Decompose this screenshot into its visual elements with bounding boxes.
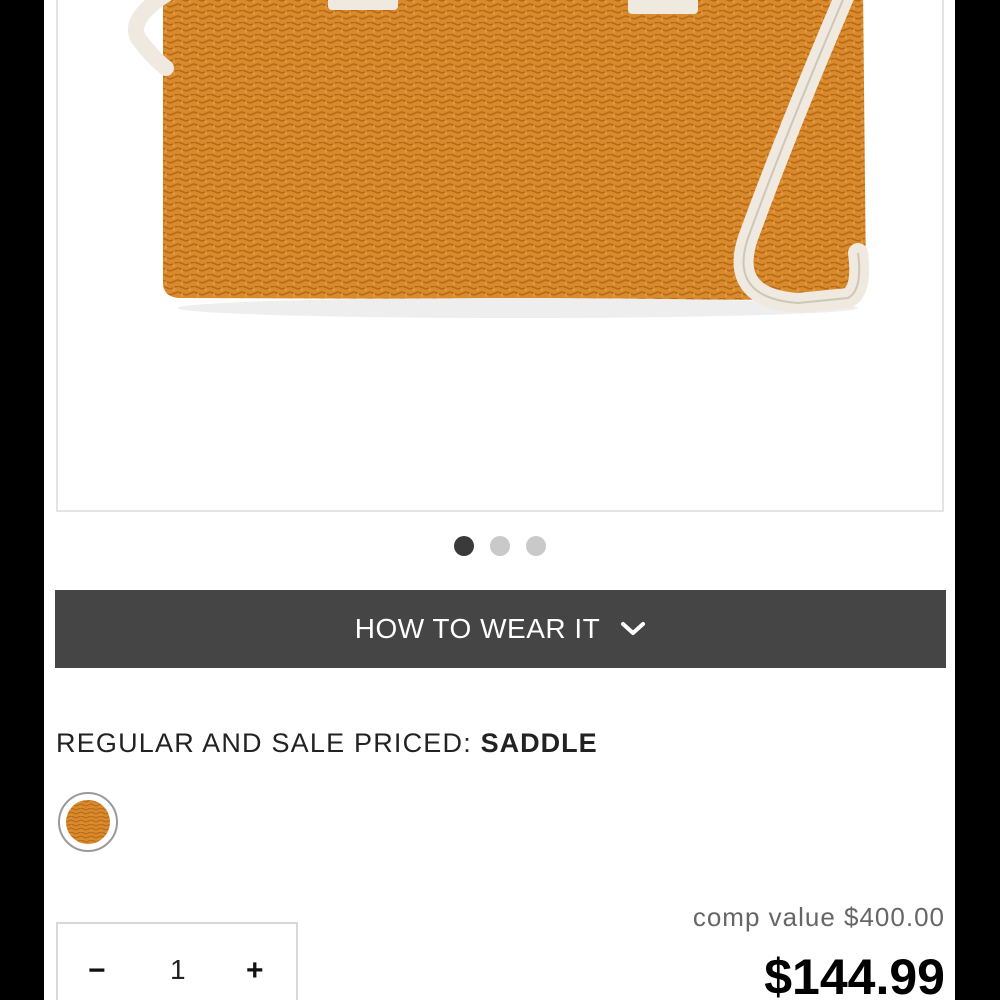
- quantity-stepper: − 1 +: [56, 922, 298, 1000]
- handbag-image: [128, 0, 870, 318]
- carousel-dot-1[interactable]: [453, 536, 474, 556]
- decrease-quantity-button[interactable]: −: [88, 954, 106, 988]
- product-page: HOW TO WEAR IT REGULAR AND SALE PRICED: …: [44, 0, 955, 1000]
- carousel-dots: [44, 536, 955, 556]
- how-to-wear-toggle[interactable]: HOW TO WEAR IT: [55, 590, 946, 668]
- swatch-texture: [66, 800, 110, 844]
- increase-quantity-button[interactable]: +: [246, 954, 264, 988]
- sale-price: $144.99: [764, 949, 945, 1000]
- pricing-label-prefix: REGULAR AND SALE PRICED:: [56, 728, 472, 758]
- product-image[interactable]: [56, 0, 944, 512]
- how-to-wear-label: HOW TO WEAR IT: [354, 613, 601, 644]
- chevron-down-icon: [620, 613, 646, 645]
- carousel-dot-2[interactable]: [489, 536, 510, 556]
- carousel-dot-3[interactable]: [525, 536, 546, 556]
- color-name: SADDLE: [480, 728, 598, 758]
- quantity-value[interactable]: 1: [170, 954, 186, 986]
- color-swatch-saddle[interactable]: [58, 792, 118, 852]
- comp-value: comp value $400.00: [692, 902, 945, 932]
- pricing-label: REGULAR AND SALE PRICED: SADDLE: [56, 728, 598, 759]
